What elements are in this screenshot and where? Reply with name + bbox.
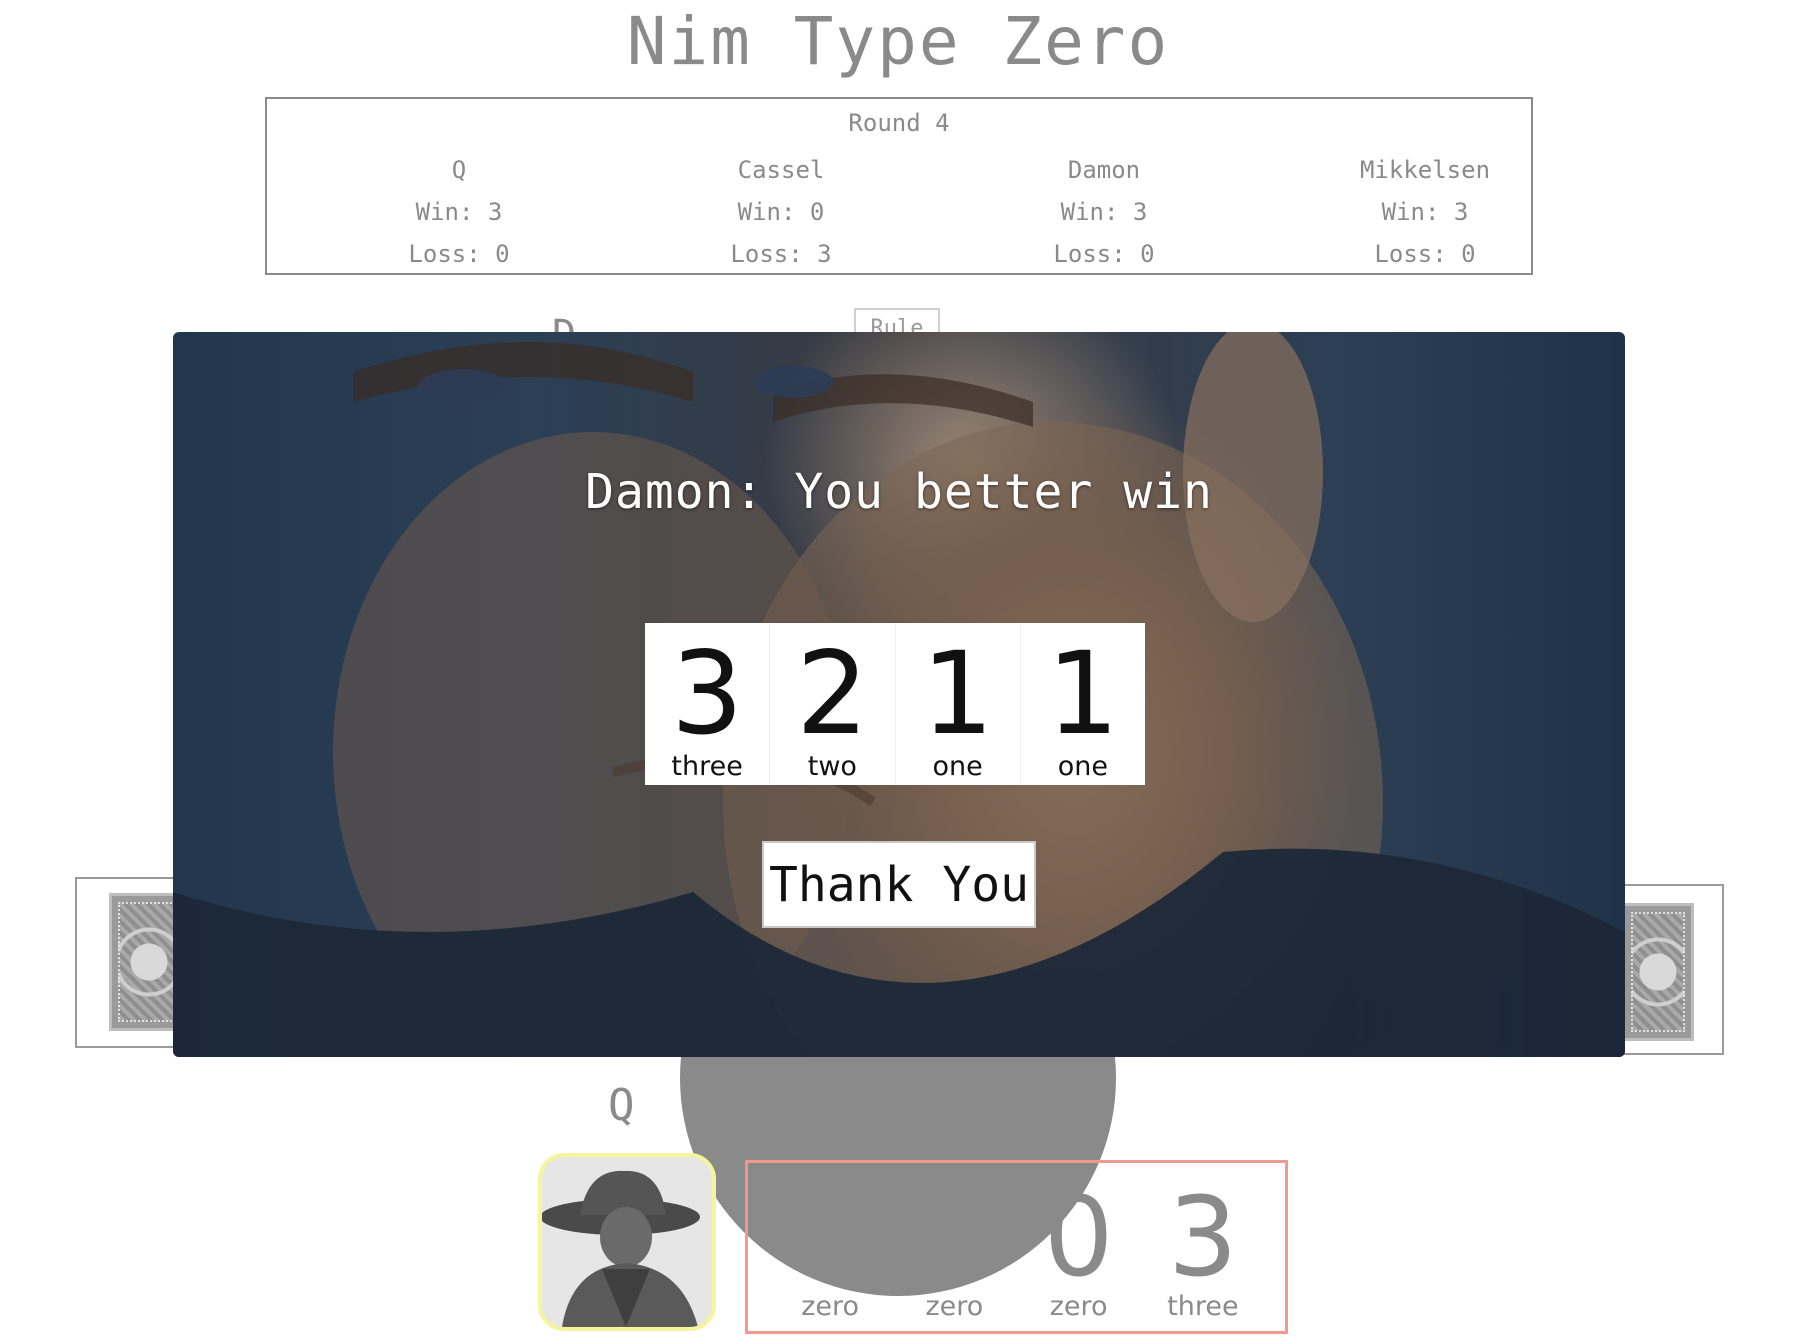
player-win: Win: 3	[1060, 198, 1148, 226]
opponent-message-modal: Damon: You better win 3 three 2 two 1 on…	[173, 332, 1625, 1057]
player-name: Damon	[1067, 156, 1141, 184]
card-digit: 1	[921, 627, 994, 760]
score-player-cassel: Cassel Win: 0 Loss: 3	[631, 149, 931, 275]
player-loss: Loss: 0	[408, 240, 510, 268]
score-player-damon: Damon Win: 3 Loss: 0	[954, 149, 1254, 275]
card-word: one	[1057, 751, 1108, 782]
hand-card[interactable]: 0 zero	[768, 1163, 892, 1331]
player-name: Cassel	[737, 156, 825, 184]
card-digit: 3	[1167, 1173, 1238, 1301]
card-digit: 1	[1046, 627, 1120, 760]
avatar	[538, 1153, 716, 1331]
scoreboard: Round 4 Q Win: 3 Loss: 0 Cassel Win: 0 L…	[265, 97, 1533, 275]
player-win: Win: 3	[1381, 198, 1469, 226]
self-player-name: Q	[608, 1080, 635, 1131]
opponent-card: 2 two	[769, 623, 894, 785]
card-word: zero	[925, 1291, 984, 1322]
round-label: Round 4	[848, 109, 950, 137]
score-player-mikkelsen: Mikkelsen Win: 3 Loss: 0	[1275, 149, 1575, 275]
score-player-q: Q Win: 3 Loss: 0	[309, 149, 609, 275]
opponent-message: Damon: You better win	[585, 464, 1213, 520]
player-loss: Loss: 0	[1053, 240, 1155, 268]
card-word: two	[807, 751, 857, 782]
player-win: Win: 3	[415, 198, 503, 226]
hand-card[interactable]: 0 zero	[892, 1163, 1016, 1331]
card-word: three	[1167, 1291, 1239, 1322]
card-word: zero	[801, 1291, 860, 1322]
fedora-man-icon	[542, 1157, 712, 1327]
player-win: Win: 0	[737, 198, 825, 226]
card-digit: 3	[670, 627, 744, 760]
card-word: one	[932, 751, 983, 782]
card-digit: 2	[796, 627, 869, 760]
player-loss: Loss: 3	[730, 240, 832, 268]
player-loss: Loss: 0	[1374, 240, 1476, 268]
hand-card[interactable]: 3 three	[1141, 1163, 1265, 1331]
opponent-card: 1 one	[894, 623, 1020, 785]
card-word: three	[671, 751, 743, 782]
card-back-pattern	[118, 902, 180, 1022]
hand-card[interactable]: 0 zero	[1017, 1163, 1141, 1331]
card-digit: 0	[795, 1173, 866, 1301]
player-name: Mikkelsen	[1359, 156, 1491, 184]
player-name: Q	[451, 156, 467, 184]
card-back	[1622, 903, 1694, 1041]
card-back-pattern	[1631, 912, 1685, 1032]
player-hand: 0 zero 0 zero 0 zero 3 three	[745, 1160, 1288, 1334]
opponent-card: 3 three	[645, 623, 769, 785]
card-digit: 0	[919, 1173, 990, 1301]
card-word: zero	[1049, 1291, 1108, 1322]
opponent-card: 1 one	[1019, 623, 1145, 785]
page-title: Nim Type Zero	[626, 3, 1170, 80]
thank-you-button[interactable]: Thank You	[762, 841, 1036, 928]
opponent-cards: 3 three 2 two 1 one 1 one	[645, 623, 1145, 785]
card-digit: 0	[1043, 1173, 1114, 1301]
